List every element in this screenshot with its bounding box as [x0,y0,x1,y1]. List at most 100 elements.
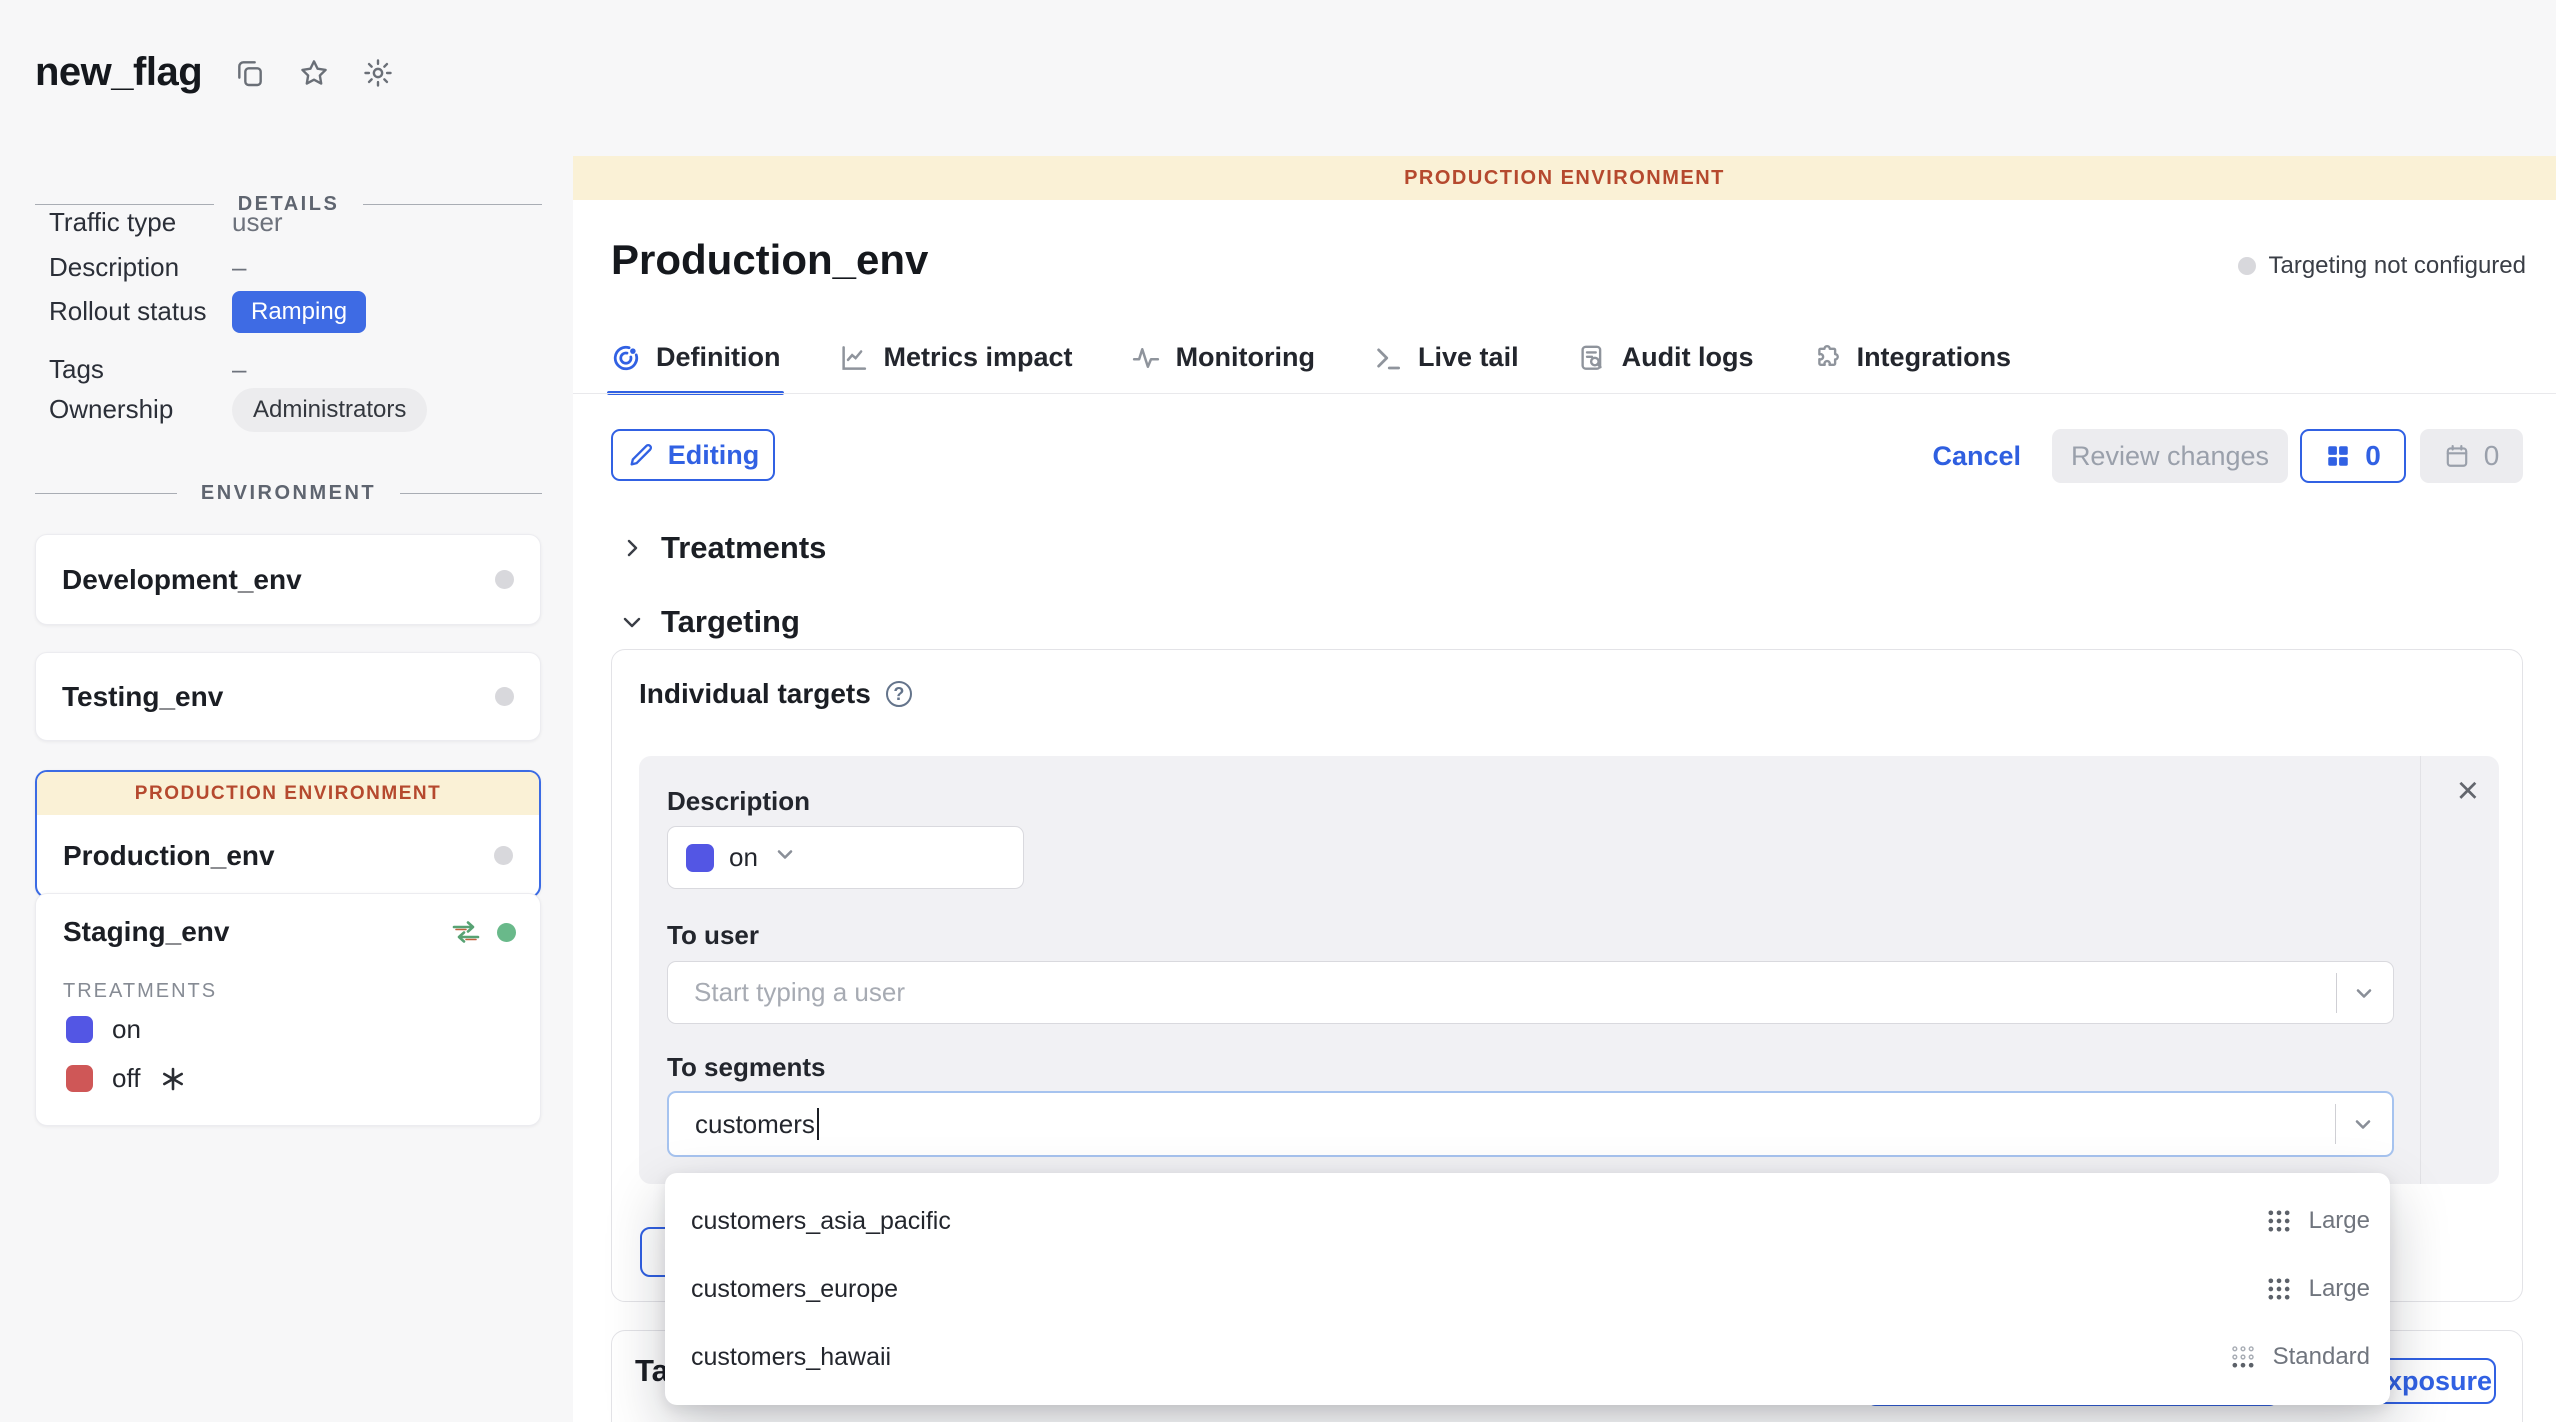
detail-label: Tags [49,354,104,385]
segment-option[interactable]: customers_hawaii Standard [665,1323,2390,1391]
treatments-heading: TREATMENTS [63,980,217,1003]
main-panel: PRODUCTION ENVIRONMENT Production_env Ta… [573,0,2556,1422]
definition-target-icon [611,343,641,373]
calendar-icon [2444,443,2470,469]
asterisk-icon [161,1067,185,1091]
to-user-label: To user [667,920,759,951]
tabs-divider [573,393,2556,394]
to-segments-value: customers [695,1109,815,1140]
env-name: Testing_env [62,681,223,713]
chevron-right-icon [620,536,644,560]
scheduled-changes-button[interactable]: 0 [2420,429,2523,483]
cancel-button[interactable]: Cancel [1932,441,2021,472]
detail-row-description: Description – [49,252,179,283]
treatment-color-swatch [66,1016,93,1043]
tab-integrations[interactable]: Integrations [1812,342,2012,395]
segment-name: customers_europe [691,1275,898,1304]
page-title: Production_env [611,236,928,284]
segment-option[interactable]: customers_asia_pacific Large [665,1187,2390,1255]
pencil-icon [627,441,655,469]
ownership-pill[interactable]: Administrators [232,388,427,432]
close-icon[interactable]: × [2457,772,2479,810]
treatment-off-row: off [66,1063,185,1094]
pending-changes-button[interactable]: 0 [2300,429,2406,483]
tab-label: Audit logs [1622,342,1754,373]
grid-icon [2325,443,2351,469]
to-segments-input[interactable]: customers [667,1091,2394,1157]
detail-label: Ownership [49,394,173,425]
document-search-icon [1577,343,1607,373]
treatment-select-value: on [729,842,758,873]
production-environment-banner: PRODUCTION ENVIRONMENT [573,156,2556,200]
tab-label: Definition [656,342,780,373]
scheduled-changes-count: 0 [2484,440,2500,472]
treatment-select[interactable]: on [667,826,1024,889]
pulse-icon [1131,343,1161,373]
tab-metrics-impact[interactable]: Metrics impact [838,342,1072,395]
select-divider [2335,1104,2336,1144]
divider-line [35,493,177,494]
rollout-status-badge: Ramping [232,291,366,333]
chevron-down-icon[interactable] [773,842,797,866]
detail-row-rollout-status: Rollout status Ramping [49,296,207,327]
environment-content: Production_env Targeting not configured … [573,200,2556,1422]
flag-header: new_flag [35,50,394,95]
production-environment-band: PRODUCTION ENVIRONMENT [37,772,539,815]
env-name: Development_env [62,564,302,596]
detail-label: Description [49,252,179,283]
targeting-status: Targeting not configured [2238,252,2526,280]
star-icon[interactable] [298,57,330,89]
segment-size-label: Large [2309,1275,2370,1303]
segment-option[interactable]: customers_europe Large [665,1255,2390,1323]
chevron-down-icon[interactable] [2351,1112,2375,1136]
help-icon[interactable]: ? [886,681,912,707]
chevron-down-icon [620,610,644,634]
env-card-staging[interactable]: Staging_env TREATMENTS on off [35,893,541,1126]
treatment-color-swatch [66,1065,93,1092]
treatment-on-row: on [66,1014,141,1045]
to-user-placeholder: Start typing a user [694,977,905,1008]
detail-label: Traffic type [49,207,176,238]
pending-changes-count: 0 [2365,440,2381,472]
to-segments-label: To segments [667,1052,825,1083]
terminal-icon [1373,343,1403,373]
copy-icon[interactable] [234,57,266,89]
tab-label: Monitoring [1176,342,1315,373]
targeting-section-title: Targeting [661,604,800,640]
tab-monitoring[interactable]: Monitoring [1131,342,1315,395]
divider-line [35,204,214,205]
tab-bar: Definition Metrics impact Monitoring L [611,342,2011,395]
segment-size-label: Large [2309,1207,2370,1235]
gear-icon[interactable] [362,57,394,89]
env-card-production[interactable]: PRODUCTION ENVIRONMENT Production_env [35,770,541,898]
to-user-input[interactable]: Start typing a user [667,961,2394,1024]
tab-label: Live tail [1418,342,1519,373]
tab-label: Integrations [1857,342,2012,373]
tab-audit-logs[interactable]: Audit logs [1577,342,1754,395]
detail-value: – [232,252,246,283]
dots-grid-standard-icon [2229,1343,2257,1371]
env-card-development[interactable]: Development_env [35,534,541,625]
tab-definition[interactable]: Definition [611,342,780,395]
env-name: Staging_env [63,916,229,948]
targeting-section-toggle[interactable]: Targeting [620,604,800,640]
puzzle-icon [1812,343,1842,373]
status-dot [2238,257,2256,275]
description-label: Description [667,786,810,817]
select-divider [2336,973,2337,1013]
env-card-testing[interactable]: Testing_env [35,652,541,741]
treatment-color-swatch [686,844,714,872]
text-caret [817,1108,819,1140]
detail-value: user [232,207,283,238]
editing-button[interactable]: Editing [611,429,775,481]
divider-line [400,493,542,494]
chevron-down-icon[interactable] [2352,981,2376,1005]
segment-name: customers_hawaii [691,1343,891,1372]
detail-label: Rollout status [49,296,207,327]
treatments-section-toggle[interactable]: Treatments [620,530,826,566]
swap-arrows-icon [450,919,482,945]
environment-heading-label: ENVIRONMENT [201,482,376,505]
review-changes-button[interactable]: Review changes [2052,429,2288,483]
tab-live-tail[interactable]: Live tail [1373,342,1519,395]
tab-label: Metrics impact [883,342,1072,373]
